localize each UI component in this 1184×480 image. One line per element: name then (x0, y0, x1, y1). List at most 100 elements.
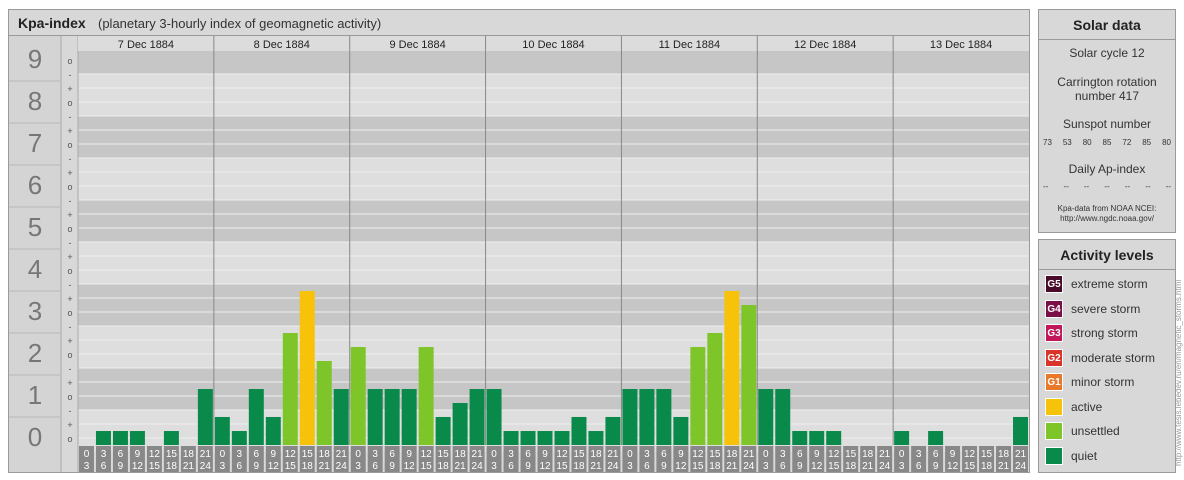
interval-start-label: 18 (319, 449, 331, 460)
y-minor-tick: + (67, 294, 72, 304)
interval-end-label: 18 (166, 461, 178, 472)
interval-start-label: 0 (355, 449, 361, 460)
interval-start-label: 6 (797, 449, 803, 460)
legend-swatch (1045, 422, 1063, 440)
kp-bar (418, 347, 434, 445)
interval-end-label: 3 (491, 461, 497, 472)
ap-index-values: -- -- -- -- -- -- -- (1043, 182, 1171, 191)
ap-value: -- (1145, 182, 1151, 191)
y-minor-tick: + (67, 210, 72, 220)
kp-bar (316, 361, 332, 445)
interval-end-label: 18 (845, 461, 857, 472)
y-minor-tick: - (69, 364, 72, 374)
interval-start-label: 9 (950, 449, 956, 460)
y-tick-label: 2 (28, 338, 42, 368)
kp-bar (333, 389, 349, 445)
kp-bar (724, 290, 740, 445)
day-label: 10 Dec 1884 (522, 39, 584, 51)
day-label: 9 Dec 1884 (390, 39, 446, 51)
legend-label: severe storm (1071, 301, 1141, 316)
y-minor-tick: o (67, 140, 72, 150)
kp-bar (656, 389, 672, 445)
interval-end-label: 15 (149, 461, 161, 472)
interval-end-label: 24 (200, 461, 212, 472)
y-minor-tick: o (67, 98, 72, 108)
y-minor-tick: - (69, 406, 72, 416)
ap-value: -- (1063, 182, 1069, 191)
interval-end-label: 15 (556, 461, 568, 472)
activity-levels-panel: Activity levels G5 extreme storm G4 severe … (1038, 239, 1176, 473)
kp-bar (248, 389, 264, 445)
interval-end-label: 3 (355, 461, 361, 472)
interval-end-label: 9 (525, 461, 531, 472)
interval-start-label: 0 (491, 449, 497, 460)
interval-start-label: 21 (200, 449, 212, 460)
ap-value: -- (1104, 182, 1110, 191)
solar-title-divider (1039, 39, 1175, 40)
interval-start-label: 6 (118, 449, 124, 460)
kp-bar (605, 416, 621, 445)
y-minor-tick: + (67, 336, 72, 346)
kp-bar (707, 332, 723, 445)
y-tick-label: 0 (28, 422, 42, 452)
legend-swatch: G1 (1045, 373, 1063, 391)
kp-bar (95, 431, 111, 445)
interval-start-label: 15 (709, 449, 721, 460)
day-label: 7 Dec 1884 (118, 39, 174, 51)
interval-end-label: 9 (389, 461, 395, 472)
sunspot-value: 85 (1142, 138, 1152, 147)
interval-end-label: 24 (607, 461, 619, 472)
interval-end-label: 12 (811, 461, 823, 472)
kp-band (78, 200, 1029, 242)
kp-bar (741, 305, 757, 445)
legend-swatch (1045, 397, 1063, 416)
kp-bar (401, 389, 417, 445)
interval-start-label: 12 (285, 449, 297, 460)
legend-item: G2 moderate storm (1045, 348, 1175, 368)
kp-band (78, 74, 1029, 116)
y-tick-label: 8 (28, 86, 42, 116)
interval-start-label: 12 (421, 449, 433, 460)
interval-start-label: 9 (542, 449, 548, 460)
legend-label: strong storm (1071, 326, 1138, 340)
legend-swatch (1045, 446, 1063, 465)
kp-bar (265, 416, 281, 445)
interval-end-label: 24 (1015, 461, 1027, 472)
interval-start-label: 3 (237, 449, 243, 460)
sunspot-value: 72 (1122, 138, 1132, 147)
y-minor-tick: - (69, 154, 72, 164)
interval-end-label: 6 (780, 461, 786, 472)
sunspot-values: 73 53 80 85 72 85 80 (1043, 138, 1171, 147)
interval-end-label: 9 (933, 461, 939, 472)
interval-end-label: 3 (84, 461, 90, 472)
interval-end-label: 6 (237, 461, 243, 472)
legend-label: active (1071, 399, 1103, 414)
carrington-rotation-line1: Carrington rotation (1057, 75, 1157, 89)
interval-start-label: 15 (845, 449, 857, 460)
interval-end-label: 15 (285, 461, 297, 472)
kp-bar (588, 431, 604, 445)
y-minor-tick: o (67, 434, 72, 444)
legend-item: G3 strong storm (1045, 323, 1175, 343)
interval-end-label: 21 (319, 461, 331, 472)
interval-start-label: 3 (780, 449, 786, 460)
legend-item: G4 severe storm (1045, 299, 1175, 319)
carrington-rotation-line2: number 417 (1074, 89, 1140, 103)
kp-bar (299, 290, 315, 445)
interval-end-label: 18 (709, 461, 721, 472)
interval-start-label: 12 (964, 449, 976, 460)
interval-start-label: 3 (916, 449, 922, 460)
ap-value: -- (1165, 182, 1171, 191)
interval-end-label: 24 (743, 461, 755, 472)
sunspot-title: Sunspot number (1062, 117, 1152, 131)
y-minor-tick: + (67, 378, 72, 388)
interval-start-label: 3 (644, 449, 650, 460)
y-minor-tick: o (67, 266, 72, 276)
interval-start-label: 0 (899, 449, 905, 460)
y-minor-tick: o (67, 56, 72, 66)
activity-levels-title: Activity levels (1060, 247, 1154, 263)
interval-start-label: 18 (862, 449, 874, 460)
sunspot-value: 53 (1062, 138, 1072, 147)
kp-band (78, 242, 1029, 284)
kp-bar (809, 431, 825, 445)
